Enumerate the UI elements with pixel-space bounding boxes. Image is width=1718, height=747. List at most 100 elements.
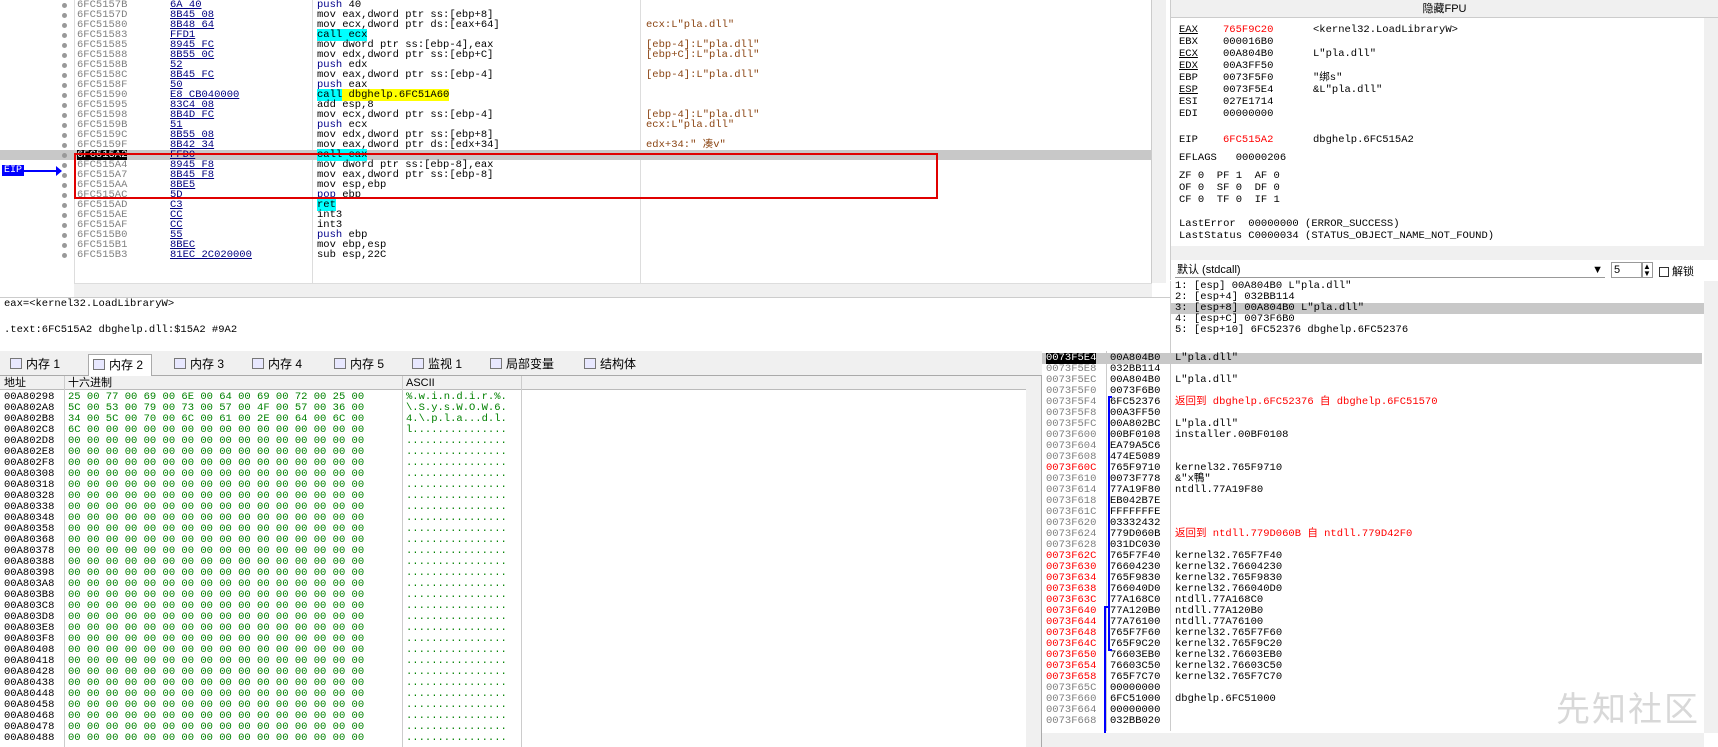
breakpoint-dot-icon[interactable] [62, 73, 67, 78]
breakpoint-dot-icon[interactable] [62, 193, 67, 198]
register-row[interactable]: EBP 0073F5F0 "绑s" [1171, 72, 1691, 84]
register-name: ESI [1179, 96, 1198, 108]
breakpoint-dot-icon[interactable] [62, 133, 67, 138]
breakpoint-dot-icon[interactable] [62, 53, 67, 58]
disasm-vertical-scrollbar[interactable] [1152, 0, 1166, 283]
breakpoint-dot-icon[interactable] [62, 33, 67, 38]
memory-dump-pane[interactable]: 地址 十六进制 ASCII 00A80298 25 00 77 00 69 00 … [0, 376, 1042, 747]
disasm-row[interactable]: 6FC515B3 81EC 2C020000 sub esp,22C [0, 249, 1151, 261]
register-row-eip[interactable]: EIP 6FC515A2 dbghelp.6FC515A2 [1171, 134, 1691, 146]
memory-icon [93, 359, 105, 370]
register-row[interactable]: EDI 00000000 [1171, 108, 1691, 120]
stack-scrollbar[interactable] [1704, 351, 1718, 733]
memory-icon [10, 358, 22, 369]
register-value[interactable]: 0073F5E4 [1223, 84, 1273, 96]
tab-8[interactable]: 结构体 [580, 354, 644, 376]
disasm-rows: 6FC5157B 6A 40 push 40 6FC5157D 8B45 08 mov e… [0, 0, 1151, 261]
tab-4[interactable]: 内存 4 [248, 354, 310, 376]
arg-count-input[interactable]: 5 [1611, 262, 1643, 278]
breakpoint-dot-icon[interactable] [62, 253, 67, 258]
breakpoint-dot-icon[interactable] [62, 123, 67, 128]
tab-6[interactable]: 监视 1 [408, 354, 470, 376]
register-value[interactable]: 00A804B0 [1223, 48, 1273, 60]
register-row[interactable]: ESI 027E1714 [1171, 96, 1691, 108]
tab-1[interactable]: 内存 1 [6, 354, 68, 376]
tab-2[interactable]: 内存 2 [88, 354, 153, 376]
breakpoint-dot-icon[interactable] [62, 153, 67, 158]
instruction-prefix: sub esp,22C [317, 249, 387, 261]
register-row[interactable]: EBX 000016B0 [1171, 36, 1691, 48]
breakpoint-dot-icon[interactable] [62, 243, 67, 248]
flags-row-1[interactable]: ZF 0 PF 1 AF 0 [1171, 170, 1571, 182]
registers-pane[interactable]: 隐藏FPU EAX 765F9C20 <kernel32.LoadLibraryW>… [1170, 0, 1718, 260]
breakpoint-dot-icon[interactable] [62, 233, 67, 238]
info-pane: eax=<kernel32.LoadLibraryW> .text:6FC515… [0, 297, 1170, 351]
column-header-hex[interactable]: 十六进制 [68, 376, 112, 390]
breakpoint-dot-icon[interactable] [62, 93, 67, 98]
registers-horizontal-scrollbar[interactable] [1171, 246, 1718, 260]
breakpoint-dot-icon[interactable] [62, 63, 67, 68]
eflags-row[interactable]: EFLAGS 00000206 [1171, 152, 1571, 164]
register-value[interactable]: 000016B0 [1223, 36, 1273, 48]
breakpoint-dot-icon[interactable] [62, 113, 67, 118]
tab-7[interactable]: 局部变量 [486, 354, 562, 376]
stack-value[interactable]: 032BB020 [1110, 716, 1160, 727]
breakpoint-dot-icon[interactable] [62, 83, 67, 88]
breakpoint-dot-icon[interactable] [62, 213, 67, 218]
register-row[interactable]: ECX 00A804B0 L"pla.dll" [1171, 48, 1691, 60]
column-header-ascii[interactable]: ASCII [406, 376, 435, 390]
register-row[interactable]: EDX 00A3FF50 [1171, 60, 1691, 72]
breakpoint-dot-icon[interactable] [62, 183, 67, 188]
stack-horizontal-scrollbar[interactable] [1042, 733, 1704, 747]
breakpoint-dot-icon[interactable] [62, 43, 67, 48]
registers-scrollbar[interactable] [1704, 18, 1718, 246]
stack-pane[interactable]: 0073F5E4 00A804B0 L"pla.dll" 0073F5E8 032BB1… [1042, 351, 1718, 747]
breakpoint-dot-icon[interactable] [62, 223, 67, 228]
breakpoint-dot-icon[interactable] [62, 23, 67, 28]
watch-icon [412, 358, 424, 369]
tab-3[interactable]: 内存 3 [170, 354, 232, 376]
breakpoint-dot-icon[interactable] [62, 143, 67, 148]
tab-5[interactable]: 内存 5 [330, 354, 392, 376]
dump-hex[interactable]: 00 00 00 00 00 00 00 00 00 00 00 00 00 0… [68, 733, 364, 744]
unlock-checkbox[interactable]: 解锁 [1659, 263, 1694, 279]
register-comment: dbghelp.6FC515A2 [1313, 134, 1414, 146]
breakpoint-dot-icon[interactable] [62, 163, 67, 168]
register-value[interactable]: 6FC515A2 [1223, 134, 1273, 146]
column-header-address[interactable]: 地址 [4, 376, 26, 390]
stack-args-pane[interactable]: 1: [esp] 00A804B0 L"pla.dll" 2: [esp+4] 0… [1170, 281, 1718, 351]
highlight-box [74, 153, 938, 199]
stack-arg-row[interactable]: 5: [esp+10] 6FC52376 dbghelp.6FC52376 [1171, 325, 1718, 336]
register-value[interactable]: 027E1714 [1223, 96, 1273, 108]
stack-comment: 返回到 dbghelp.6FC52376 自 dbghelp.6FC51570 [1175, 396, 1438, 408]
dump-ascii[interactable]: ................ [406, 733, 507, 744]
register-comment: L"pla.dll" [1313, 48, 1377, 60]
disassembly-pane[interactable]: 6FC5157B 6A 40 push 40 6FC5157D 8B45 08 mov e… [0, 0, 1152, 283]
calling-convention-select[interactable]: 默认 (stdcall) ▼ [1175, 262, 1605, 278]
laststatus-value: LastStatus C0000034 (STATUS_OBJECT_NAME_… [1179, 230, 1495, 242]
lasterror-row[interactable]: LastError 00000000 (ERROR_SUCCESS) [1171, 218, 1671, 230]
register-row[interactable]: ESP 0073F5E4 &L"pla.dll" [1171, 84, 1691, 96]
register-value[interactable]: 765F9C20 [1223, 24, 1273, 36]
register-value[interactable]: 00000000 [1223, 108, 1273, 120]
breakpoint-dot-icon[interactable] [62, 203, 67, 208]
laststatus-row[interactable]: LastStatus C0000034 (STATUS_OBJECT_NAME_… [1171, 230, 1671, 242]
flags-row-2[interactable]: OF 0 SF 0 DF 0 [1171, 182, 1571, 194]
breakpoint-dot-icon[interactable] [62, 3, 67, 8]
eip-marker: EIP [2, 165, 25, 176]
register-value[interactable]: 0073F5F0 [1223, 72, 1273, 84]
register-value[interactable]: 00A3FF50 [1223, 60, 1273, 72]
breakpoint-dot-icon[interactable] [62, 173, 67, 178]
breakpoint-dot-icon[interactable] [62, 103, 67, 108]
arg-count-spinner[interactable]: ▲ ▼ [1641, 262, 1653, 278]
instruction-comment: [ebp-4]:L"pla.dll" [646, 69, 760, 81]
register-row[interactable]: EAX 765F9C20 <kernel32.LoadLibraryW> [1171, 24, 1691, 36]
dump-row[interactable]: 00A80488 00 00 00 00 00 00 00 00 00 00 00… [0, 733, 1020, 744]
memory-icon [174, 358, 186, 369]
hide-fpu-button[interactable]: 隐藏FPU [1171, 0, 1718, 18]
dump-scrollbar[interactable] [1026, 376, 1041, 747]
breakpoint-dot-icon[interactable] [62, 13, 67, 18]
disasm-horizontal-scrollbar[interactable] [74, 283, 1152, 297]
flags-row-3[interactable]: CF 0 TF 0 IF 1 [1171, 194, 1571, 206]
args-scrollbar[interactable] [1704, 281, 1718, 351]
